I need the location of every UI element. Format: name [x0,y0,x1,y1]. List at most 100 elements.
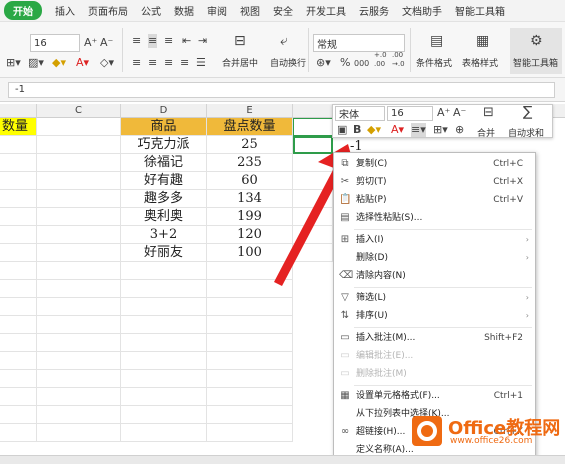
tab-doc-assistant[interactable]: 文档助手 [402,3,442,18]
align-top-icon[interactable]: ≡ [132,34,141,48]
decimal-increase-button[interactable]: +.0 .00 [374,51,388,69]
cell-b[interactable] [0,334,37,352]
cell-c[interactable] [37,136,121,154]
fill-color-icon[interactable]: ◆▾ [52,56,66,70]
menu-item-filter[interactable]: ▽ 筛选(L) › [334,289,535,307]
menu-item-paste[interactable]: 📋 粘贴(P) Ctrl+V [334,191,535,209]
menu-item-insert[interactable]: ⊞ 插入(I) › [334,231,535,249]
thousands-button[interactable]: 000 [354,57,369,71]
distribute-icon[interactable]: ☰ [196,56,206,70]
horizontal-scrollbar[interactable] [0,455,565,464]
justify-icon[interactable]: ≡ [180,56,189,70]
cell-e[interactable] [207,424,293,442]
cell-b[interactable] [0,352,37,370]
tab-smart-toolbox[interactable]: 智能工具箱 [455,3,505,18]
mini-format-painter-icon[interactable]: ⊕ [455,123,464,137]
align-left-icon[interactable]: ≡ [132,56,141,70]
cell-b[interactable] [0,388,37,406]
header-cell-count[interactable]: 盘点数量 [207,118,293,136]
cell-e[interactable] [207,388,293,406]
tab-developer[interactable]: 开发工具 [306,3,346,18]
cell-d[interactable] [121,316,207,334]
tab-cloud[interactable]: 云服务 [359,3,389,18]
mini-font-select[interactable]: 宋体 [335,106,385,121]
border-icon[interactable]: ⊞▾ [6,56,21,70]
cell-c[interactable] [37,154,121,172]
cell-b[interactable] [0,154,37,172]
cell-b[interactable] [0,370,37,388]
tab-review[interactable]: 审阅 [207,3,227,18]
cell-c[interactable] [37,352,121,370]
menu-item-format-cells[interactable]: ▦ 设置单元格格式(F)... Ctrl+1 [334,387,535,405]
number-format-select[interactable]: 常规 [313,34,405,52]
product-cell[interactable]: 好有趣 [121,172,207,190]
cell-c[interactable] [37,172,121,190]
column-header-b[interactable] [0,104,37,118]
decimal-decrease-button[interactable]: .00 →.0 [392,51,406,69]
mini-font-shrink-icon[interactable]: A⁻ [453,106,466,120]
column-header-c[interactable]: C [37,104,121,118]
mini-font-color-icon[interactable]: A▾ [391,123,404,137]
tab-home[interactable]: 开始 [4,1,42,20]
mini-fill-color-icon[interactable]: ◆▾ [367,123,381,137]
cell-d[interactable] [121,406,207,424]
smart-toolbox-panel[interactable]: ⚙ 智能工具箱 [510,28,562,74]
cell-d[interactable] [121,298,207,316]
formula-input[interactable]: -1 [8,82,555,98]
cell-c[interactable] [37,334,121,352]
cell-d[interactable] [121,370,207,388]
tab-view[interactable]: 视图 [240,3,260,18]
cell-d[interactable] [121,352,207,370]
cell-b[interactable] [0,406,37,424]
column-header-d[interactable]: D [121,104,207,118]
mini-autosum-icon[interactable]: ∑ [523,105,532,119]
cell-e[interactable] [207,316,293,334]
font-shrink-icon[interactable]: A⁻ [100,36,113,50]
cell-e[interactable] [207,298,293,316]
cell-c[interactable] [37,298,121,316]
menu-item-sort[interactable]: ⇅ 排序(U) › [334,307,535,325]
cell-d[interactable] [121,388,207,406]
cell-d[interactable] [121,334,207,352]
wrap-text-icon[interactable]: ⤶ [280,34,288,48]
conditional-format-icon[interactable]: ▤ [430,34,443,48]
cell-b[interactable] [0,316,37,334]
cell-c[interactable] [37,226,121,244]
cell-b[interactable] [0,136,37,154]
cell-c[interactable] [37,370,121,388]
mini-cell-format-icon[interactable]: ▣ [337,123,347,137]
currency-icon[interactable]: ⊛▾ [316,56,331,70]
menu-item-delete[interactable]: 删除(D) › [334,249,535,267]
mini-merge-button[interactable]: 合并 [477,126,495,139]
header-cell-product[interactable]: 商品 [121,118,207,136]
menu-item-paste-special[interactable]: ▤ 选择性粘贴(S)... [334,209,535,227]
menu-item-clear-contents[interactable]: ⌫ 清除内容(N) [334,267,535,285]
product-cell[interactable]: 3+2 [121,226,207,244]
menu-item-cut[interactable]: ✂ 剪切(T) Ctrl+X [334,173,535,191]
mini-align-icon[interactable]: ≡▾ [411,123,426,137]
cell-f-header[interactable] [293,118,333,136]
product-cell[interactable]: 趣多多 [121,190,207,208]
indent-decrease-icon[interactable]: ⇤ [182,34,191,48]
menu-item-insert-comment[interactable]: ▭ 插入批注(M)... Shift+F2 [334,329,535,347]
mini-bold-icon[interactable]: B [353,123,361,137]
product-cell[interactable]: 奥利奥 [121,208,207,226]
cell-b[interactable] [0,298,37,316]
cell-c[interactable] [37,262,121,280]
table-style-icon[interactable]: ▦ [476,34,489,48]
mini-border-icon[interactable]: ⊞▾ [433,123,448,137]
align-bottom-icon[interactable]: ≡ [164,34,173,48]
cell-b[interactable] [0,208,37,226]
cell-d[interactable] [121,280,207,298]
merge-center-button[interactable]: 合并居中 [222,56,258,69]
cell-d[interactable] [121,424,207,442]
tab-formulas[interactable]: 公式 [141,3,161,18]
tab-security[interactable]: 安全 [273,3,293,18]
cell-b[interactable] [0,244,37,262]
cell-c[interactable] [37,406,121,424]
wrap-text-button[interactable]: 自动换行 [270,56,306,69]
merge-center-icon[interactable]: ⊟ [234,34,246,48]
tab-data[interactable]: 数据 [174,3,194,18]
cell-e[interactable] [207,334,293,352]
cell-c[interactable] [37,244,121,262]
